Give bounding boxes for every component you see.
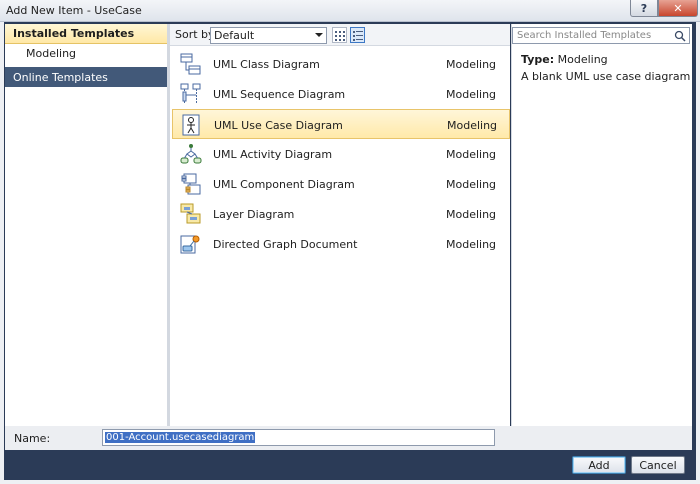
installed-templates-header[interactable]: Installed Templates <box>5 24 167 44</box>
component-diagram-icon <box>181 173 201 195</box>
title-bar: Add New Item - UseCase ? ✕ <box>0 0 700 22</box>
type-label: Type: <box>521 53 555 66</box>
cancel-button[interactable]: Cancel <box>631 456 685 474</box>
template-name: UML Use Case Diagram <box>214 119 343 132</box>
small-icons-view-button[interactable] <box>332 27 347 43</box>
window-title: Add New Item - UseCase <box>6 4 142 17</box>
template-name: UML Activity Diagram <box>213 148 333 161</box>
sort-dropdown[interactable]: Default <box>210 27 327 44</box>
template-name: Layer Diagram <box>213 208 295 221</box>
template-row-uml-sequence-diagram[interactable]: UML Sequence Diagram Modeling <box>172 79 510 109</box>
name-label: Name: <box>14 432 51 445</box>
template-name: Directed Graph Document <box>213 238 358 251</box>
template-row-uml-component-diagram[interactable]: UML Component Diagram Modeling <box>172 169 510 199</box>
template-row-uml-activity-diagram[interactable]: UML Activity Diagram Modeling <box>172 139 510 169</box>
add-button[interactable]: Add <box>572 456 626 474</box>
template-categories-panel: Installed Templates Modeling Online Temp… <box>5 24 167 426</box>
list-toolbar: Sort by: Default <box>170 24 510 46</box>
close-button[interactable]: ✕ <box>658 0 698 17</box>
use-case-diagram-icon <box>182 114 200 136</box>
activity-diagram-icon <box>180 144 202 164</box>
details-view-button[interactable] <box>350 27 365 43</box>
template-category: Modeling <box>446 58 497 71</box>
template-details-panel: Type: Modeling A blank UML use case diag… <box>511 24 692 426</box>
directed-graph-icon <box>180 235 200 254</box>
template-name: UML Component Diagram <box>213 178 355 191</box>
template-row-uml-class-diagram[interactable]: UML Class Diagram Modeling <box>172 49 510 79</box>
search-input[interactable] <box>517 29 667 42</box>
template-name: UML Class Diagram <box>213 58 320 71</box>
template-row-directed-graph-document[interactable]: Directed Graph Document Modeling <box>172 229 510 259</box>
template-list: UML Class Diagram Modeling UML Sequence … <box>170 46 510 426</box>
template-category: Modeling <box>446 148 497 161</box>
sequence-diagram-icon <box>180 83 201 104</box>
sort-value: Default <box>214 29 255 42</box>
template-description: A blank UML use case diagram <box>521 70 691 83</box>
chevron-down-icon <box>315 33 323 37</box>
layer-diagram-icon <box>180 203 201 224</box>
search-icon[interactable] <box>674 30 686 42</box>
help-button[interactable]: ? <box>630 0 658 17</box>
name-row: Name: 001-Account.usecasediagram <box>5 426 692 450</box>
online-templates-header[interactable]: Online Templates <box>5 67 167 87</box>
name-field[interactable]: 001-Account.usecasediagram <box>102 429 495 446</box>
template-row-uml-use-case-diagram[interactable]: UML Use Case Diagram Modeling <box>172 109 510 139</box>
class-diagram-icon <box>180 53 201 75</box>
template-row-layer-diagram[interactable]: Layer Diagram Modeling <box>172 199 510 229</box>
template-type: Type: Modeling <box>521 53 608 66</box>
name-field-value: 001-Account.usecasediagram <box>105 432 256 443</box>
category-modeling[interactable]: Modeling <box>26 47 76 60</box>
template-category: Modeling <box>446 208 497 221</box>
template-name: UML Sequence Diagram <box>213 88 346 101</box>
type-value: Modeling <box>557 53 608 66</box>
search-box[interactable] <box>512 27 690 44</box>
template-category: Modeling <box>447 119 498 132</box>
template-category: Modeling <box>446 88 497 101</box>
template-category: Modeling <box>446 238 497 251</box>
template-category: Modeling <box>446 178 497 191</box>
